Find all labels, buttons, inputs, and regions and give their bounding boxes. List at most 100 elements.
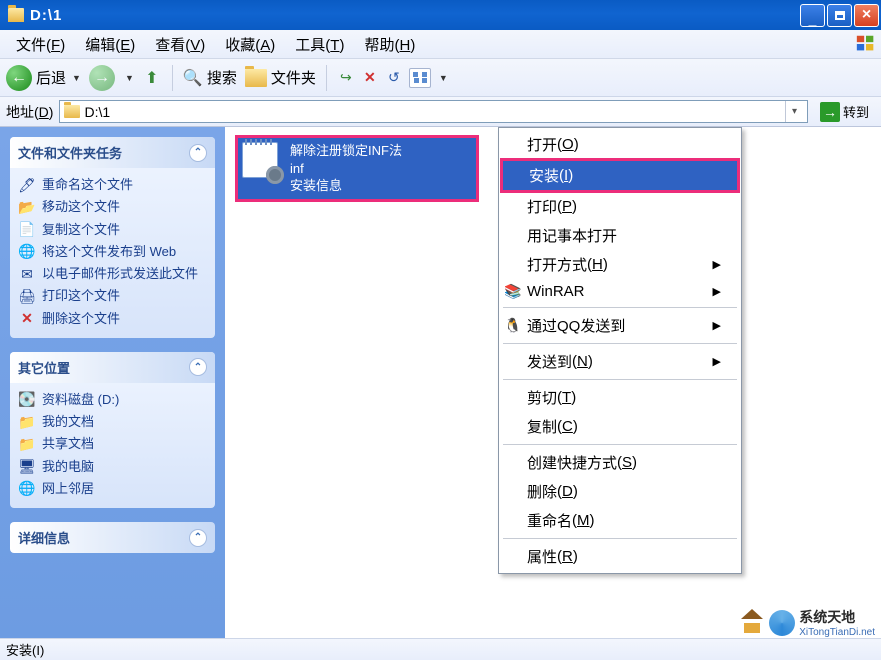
file-label: 解除注册锁定INF法 inf 安装信息 [290,142,402,195]
menu-tools[interactable]: 工具(T) [285,31,354,58]
delete-icon: ✕ [18,311,36,327]
task-publish[interactable]: 🌐将这个文件发布到 Web [16,241,209,263]
folder-icon [8,8,24,22]
ctx-copy[interactable]: 复制(C) [501,412,739,441]
rename-icon: 🖊 [18,177,36,193]
submenu-arrow-icon: ▶ [713,258,721,271]
file-list-area[interactable]: 解除注册锁定INF法 inf 安装信息 打开(O) 安装(I) 打印(P) 用记… [225,127,881,638]
undo-icon[interactable]: ↺ [385,69,403,87]
submenu-arrow-icon: ▶ [713,285,721,298]
menu-separator [503,444,737,445]
places-panel-header[interactable]: 其它位置 ⌃ [10,352,215,383]
tasks-panel-header[interactable]: 文件和文件夹任务 ⌃ [10,137,215,168]
up-button[interactable]: ⬆ [142,68,162,88]
ctx-winrar[interactable]: 📚WinRAR▶ [501,279,739,304]
file-item-selected[interactable]: 解除注册锁定INF法 inf 安装信息 [235,135,479,202]
chevron-up-icon: ⌃ [189,358,207,376]
maximize-button[interactable] [827,4,852,27]
ctx-cut[interactable]: 剪切(T) [501,383,739,412]
chevron-up-icon: ⌃ [189,529,207,547]
ctx-delete[interactable]: 删除(D) [501,477,739,506]
tasks-panel-body: 🖊重命名这个文件 📂移动这个文件 📄复制这个文件 🌐将这个文件发布到 Web ✉… [10,168,215,338]
move-to-icon[interactable]: ↪ [337,69,355,87]
address-label: 地址(D) [6,102,53,122]
submenu-arrow-icon: ▶ [713,319,721,332]
ctx-shortcut[interactable]: 创建快捷方式(S) [501,448,739,477]
back-label: 后退 [36,67,66,88]
places-panel-body: 💽资料磁盘 (D:) 📁我的文档 📁共享文档 🖥我的电脑 🌐网上邻居 [10,383,215,508]
globe-icon [769,610,795,636]
ctx-install[interactable]: 安装(I) [500,158,740,193]
places-panel: 其它位置 ⌃ 💽资料磁盘 (D:) 📁我的文档 📁共享文档 🖥我的电脑 🌐网上邻… [10,352,215,508]
task-email[interactable]: ✉以电子邮件形式发送此文件 [16,263,209,285]
menu-help[interactable]: 帮助(H) [354,31,425,58]
place-network[interactable]: 🌐网上邻居 [16,478,209,500]
ctx-print[interactable]: 打印(P) [501,192,739,221]
menu-favorites[interactable]: 收藏(A) [215,31,285,58]
go-icon: → [820,102,840,122]
status-bar: 安装(I) [0,638,881,660]
forward-dropdown-icon[interactable]: ▼ [125,73,134,83]
gear-icon [266,166,284,184]
delete-icon[interactable]: ✕ [361,69,379,87]
window-buttons: _ × [800,4,879,27]
ctx-qq-send[interactable]: 🐧通过QQ发送到▶ [501,311,739,340]
details-panel: 详细信息 ⌃ [10,522,215,553]
chevron-up-icon: ⌃ [189,144,207,162]
ctx-rename[interactable]: 重命名(M) [501,506,739,535]
ctx-properties[interactable]: 属性(R) [501,542,739,571]
folder-icon: 📁 [18,436,36,452]
folders-button[interactable]: 文件夹 [245,67,316,88]
minimize-button[interactable]: _ [800,4,825,27]
back-button[interactable]: ← 后退 ▼ [6,65,81,91]
views-button[interactable] [409,68,431,88]
task-copy[interactable]: 📄复制这个文件 [16,219,209,241]
details-panel-header[interactable]: 详细信息 ⌃ [10,522,215,553]
task-rename[interactable]: 🖊重命名这个文件 [16,174,209,196]
qq-icon: 🐧 [504,317,522,335]
context-menu: 打开(O) 安装(I) 打印(P) 用记事本打开 打开方式(H)▶ 📚WinRA… [498,127,742,574]
menu-separator [503,538,737,539]
close-button[interactable]: × [854,4,879,27]
windows-flag-icon [855,33,877,55]
back-dropdown-icon[interactable]: ▼ [72,73,81,83]
print-icon: 🖨 [18,288,36,304]
menu-view[interactable]: 查看(V) [145,31,215,58]
copy-icon: 📄 [18,222,36,238]
ctx-notepad[interactable]: 用记事本打开 [501,221,739,250]
task-delete[interactable]: ✕删除这个文件 [16,308,209,330]
folder-icon: 📁 [18,414,36,430]
folder-icon [245,69,267,87]
toolbar: ← 后退 ▼ → ▼ ⬆ 🔍 搜索 文件夹 ↪ ✕ ↺ ▼ [0,59,881,97]
network-icon: 🌐 [18,481,36,497]
go-button[interactable]: → 转到 [814,102,875,122]
views-dropdown-icon[interactable]: ▼ [439,73,448,83]
menu-separator [503,379,737,380]
menu-separator [503,307,737,308]
place-drive[interactable]: 💽资料磁盘 (D:) [16,389,209,411]
status-text: 安装(I) [6,640,44,659]
place-shared[interactable]: 📁共享文档 [16,433,209,455]
place-mycomputer[interactable]: 🖥我的电脑 [16,456,209,478]
watermark: 系统天地 XiTongTianDi.net [741,607,875,638]
submenu-arrow-icon: ▶ [713,355,721,368]
menu-edit[interactable]: 编辑(E) [75,31,145,58]
ctx-send-to[interactable]: 发送到(N)▶ [501,347,739,376]
ctx-open[interactable]: 打开(O) [501,130,739,159]
task-move[interactable]: 📂移动这个文件 [16,196,209,218]
forward-button[interactable]: → [89,65,115,91]
menu-file[interactable]: 文件(F) [6,31,75,58]
search-button[interactable]: 🔍 搜索 [183,67,237,88]
toolbar-separator [172,65,173,91]
move-icon: 📂 [18,199,36,215]
address-input[interactable]: D:\1 ▾ [59,100,808,123]
ctx-open-with[interactable]: 打开方式(H)▶ [501,250,739,279]
menu-bar: 文件(F) 编辑(E) 查看(V) 收藏(A) 工具(T) 帮助(H) [0,30,881,59]
task-print[interactable]: 🖨打印这个文件 [16,285,209,307]
winrar-icon: 📚 [504,283,522,301]
toolbar-small-icons: ↪ ✕ ↺ ▼ [337,68,448,88]
address-dropdown-icon[interactable]: ▾ [785,101,803,122]
home-icon [741,613,765,633]
menu-separator [503,343,737,344]
place-mydocs[interactable]: 📁我的文档 [16,411,209,433]
